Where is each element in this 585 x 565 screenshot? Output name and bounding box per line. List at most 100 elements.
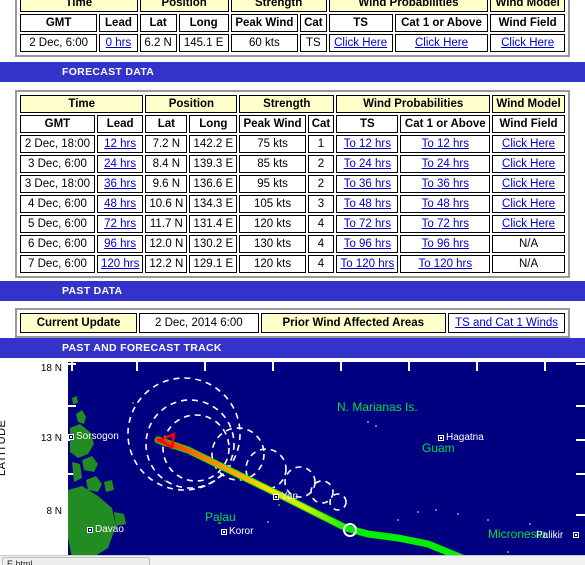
cell-peak-wind: 60 kts [230, 34, 299, 52]
wind-field-link[interactable]: Click Here [501, 37, 554, 49]
ts-probability-link[interactable]: Click Here [334, 37, 387, 49]
cell-ts-probability[interactable]: To 24 hrs [336, 155, 399, 173]
cell-lat: 12.0 N [145, 235, 188, 253]
browser-page: Time Position Strength Wind Probabilitie… [0, 0, 585, 565]
cell-cat1-probability-link[interactable]: To 120 hrs [418, 258, 472, 270]
cell-ts-probability[interactable]: To 72 hrs [336, 215, 399, 233]
cell-lead-link[interactable]: 36 hrs [104, 178, 136, 190]
forecast-group-header-row: Time Position Strength Wind Probabilitie… [20, 95, 565, 113]
cell-ts-probability-link[interactable]: To 120 hrs [341, 258, 395, 270]
cell-ts-probability-link[interactable]: To 72 hrs [344, 218, 391, 230]
place-label-yap: Yap [281, 491, 299, 502]
city-marker-yap [273, 494, 279, 500]
past-data-table: Current Update 2 Dec, 2014 6:00 Prior Wi… [18, 311, 567, 335]
download-item-label: E.html [7, 559, 33, 565]
cell-lead[interactable]: 36 hrs [96, 175, 144, 193]
cell-wind-field[interactable]: Click Here [492, 175, 565, 193]
current-data-table-frame: Time Position Strength Wind Probabilitie… [15, 0, 570, 57]
cell-ts-probability-link[interactable]: To 24 hrs [344, 158, 391, 170]
current-update-label: Current Update [20, 313, 138, 333]
cell-wind-field-link[interactable]: Click Here [502, 198, 555, 210]
cell-ts-probability-link[interactable]: To 12 hrs [344, 138, 391, 150]
cell-cat1-probability-link[interactable]: To 96 hrs [422, 238, 469, 250]
cell-wind-field[interactable]: Click Here [492, 215, 565, 233]
cell-gmt: 5 Dec, 6:00 [20, 215, 95, 233]
cell-cat1-probability[interactable]: To 120 hrs [400, 255, 491, 273]
cell-lead[interactable]: 48 hrs [96, 195, 144, 213]
cell-cat-badge: TS [300, 34, 327, 52]
cell-cat1-probability[interactable]: To 24 hrs [400, 155, 491, 173]
cell-ts-probability[interactable]: To 36 hrs [336, 175, 399, 193]
cat1-probability-link[interactable]: Click Here [415, 37, 468, 49]
current-sub-header-row: GMT Lead Lat Long Peak Wind Cat TS Cat 1… [20, 14, 565, 32]
cell-cat1-probability-link[interactable]: To 12 hrs [422, 138, 469, 150]
cell-wind-field-link[interactable]: Click Here [502, 178, 555, 190]
cell-wind-field[interactable]: Click Here [492, 195, 565, 213]
lead-link[interactable]: 0 hrs [106, 37, 132, 49]
storm-track-map[interactable]: Sorsogon Davao Palau Koror Yap N. Marian… [68, 362, 585, 558]
cell-wind-field[interactable]: Click Here [490, 34, 565, 52]
cell-long: 142.2 E [189, 135, 238, 153]
past-data-table-frame: Current Update 2 Dec, 2014 6:00 Prior Wi… [15, 308, 570, 338]
cell-cat1-probability[interactable]: Click Here [394, 34, 489, 52]
cell-peak-wind: 75 kts [239, 135, 306, 153]
cell-lead[interactable]: 72 hrs [96, 215, 144, 233]
cell-lead-link[interactable]: 96 hrs [104, 238, 136, 250]
place-label-guam: Guam [422, 441, 455, 455]
cell-cat1-probability[interactable]: To 48 hrs [400, 195, 491, 213]
cell-cat-badge: 3 [307, 195, 335, 213]
col-header-lat: Lat [139, 14, 177, 32]
cell-cat1-probability-link[interactable]: To 24 hrs [422, 158, 469, 170]
cell-cat1-probability-link[interactable]: To 48 hrs [422, 198, 469, 210]
latitude-axis-title: LATITUDE [0, 419, 8, 476]
land-small-islands [132, 402, 280, 524]
cell-lead-link[interactable]: 12 hrs [104, 138, 136, 150]
cell-lead-link[interactable]: 48 hrs [104, 198, 136, 210]
cell-peak-wind: 120 kts [239, 255, 306, 273]
table-row: 5 Dec, 6:00 72 hrs 11.7 N 131.4 E 120 kts 4 To… [20, 215, 565, 233]
cell-ts-probability[interactable]: Click Here [328, 34, 393, 52]
cell-long: 136.6 E [189, 175, 238, 193]
cell-wind-field[interactable]: Click Here [492, 135, 565, 153]
cell-wind-field[interactable]: Click Here [492, 155, 565, 173]
cell-wind-field-link[interactable]: Click Here [502, 218, 555, 230]
cell-wind-field-link[interactable]: Click Here [502, 158, 555, 170]
cell-cat1-probability[interactable]: To 36 hrs [400, 175, 491, 193]
cell-wind-field-link[interactable]: Click Here [502, 138, 555, 150]
prior-wind-cell[interactable]: TS and Cat 1 Winds [448, 313, 565, 333]
cell-gmt: 2 Dec, 6:00 [20, 34, 98, 52]
track-section: PAST AND FORECAST TRACK 18 N 13 N 8 N LA… [0, 338, 585, 558]
col-header-gmt: GMT [20, 115, 95, 133]
cell-long: 130.2 E [189, 235, 238, 253]
cell-lead[interactable]: 12 hrs [96, 135, 144, 153]
cell-long: 129.1 E [189, 255, 238, 273]
col-header-gmt: GMT [20, 14, 98, 32]
cell-cat1-probability-link[interactable]: To 36 hrs [422, 178, 469, 190]
cell-lead[interactable]: 120 hrs [96, 255, 144, 273]
past-data-section: PAST DATA Current Update 2 Dec, 2014 6:0… [0, 281, 585, 338]
cell-ts-probability[interactable]: To 48 hrs [336, 195, 399, 213]
cell-ts-probability[interactable]: To 96 hrs [336, 235, 399, 253]
cell-cat1-probability[interactable]: To 12 hrs [400, 135, 491, 153]
table-row: 7 Dec, 6:00 120 hrs 12.2 N 129.1 E 120 kts 4 T… [20, 255, 565, 273]
col-header-lead: Lead [96, 115, 144, 133]
cell-ts-probability-link[interactable]: To 36 hrs [344, 178, 391, 190]
cell-cat1-probability-link[interactable]: To 72 hrs [422, 218, 469, 230]
ts-and-cat1-winds-link[interactable]: TS and Cat 1 Winds [455, 317, 558, 329]
cell-ts-probability-link[interactable]: To 96 hrs [344, 238, 391, 250]
cell-ts-probability[interactable]: To 120 hrs [336, 255, 399, 273]
place-label-sorsogon: Sorsogon [76, 431, 119, 442]
cell-lead-link[interactable]: 72 hrs [104, 218, 136, 230]
download-item[interactable]: E.html [2, 557, 150, 565]
cell-lead-link[interactable]: 24 hrs [104, 158, 136, 170]
cell-ts-probability[interactable]: To 12 hrs [336, 135, 399, 153]
cell-ts-probability-link[interactable]: To 48 hrs [344, 198, 391, 210]
cell-lead[interactable]: 0 hrs [99, 34, 138, 52]
cell-lead-link[interactable]: 120 hrs [101, 258, 139, 270]
cell-lead[interactable]: 96 hrs [96, 235, 144, 253]
cell-cat1-probability[interactable]: To 72 hrs [400, 215, 491, 233]
cell-peak-wind: 120 kts [239, 215, 306, 233]
cell-lead[interactable]: 24 hrs [96, 155, 144, 173]
current-data-table-container: Time Position Strength Wind Probabilitie… [0, 0, 585, 57]
cell-cat1-probability[interactable]: To 96 hrs [400, 235, 491, 253]
